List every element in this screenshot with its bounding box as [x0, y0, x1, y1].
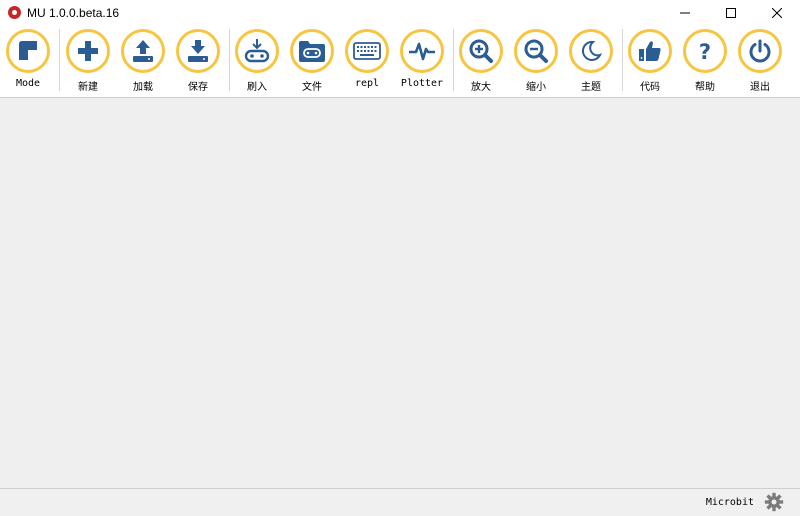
minimize-icon: [680, 12, 690, 13]
zoom-in-icon: [469, 39, 493, 63]
flash-button[interactable]: 刷入: [230, 29, 284, 95]
window-controls: [662, 0, 800, 25]
theme-label: 主题: [581, 82, 601, 93]
save-button[interactable]: 保存: [171, 29, 225, 95]
help-label: 帮助: [695, 82, 715, 93]
new-label: 新建: [78, 82, 98, 93]
load-button[interactable]: 加载: [116, 29, 170, 95]
status-bar: Microbit: [0, 488, 800, 516]
toolbar-divider: [59, 29, 60, 91]
maximize-icon: [726, 7, 736, 18]
quit-label: 退出: [750, 82, 770, 93]
save-label: 保存: [188, 82, 208, 93]
files-button[interactable]: 文件: [285, 29, 339, 95]
folder-icon: [299, 41, 325, 62]
help-button[interactable]: ? 帮助: [678, 29, 732, 95]
svg-text:?: ?: [699, 40, 711, 64]
thumbs-up-icon: [639, 41, 661, 61]
zoom-in-button[interactable]: 放大: [454, 29, 508, 95]
plus-icon: [78, 41, 98, 61]
files-label: 文件: [302, 82, 322, 93]
title-bar: MU 1.0.0.beta.16: [0, 0, 800, 25]
plotter-label: Plotter: [400, 78, 444, 89]
repl-label: repl: [354, 78, 380, 89]
zoom-in-label: 放大: [471, 82, 491, 93]
quit-button[interactable]: 退出: [733, 29, 787, 95]
mode-button[interactable]: Mode: [1, 29, 55, 95]
gear-icon[interactable]: [764, 492, 784, 512]
close-icon: [772, 7, 782, 18]
moon-icon: [581, 40, 602, 61]
mode-icon: [19, 41, 37, 60]
check-label: 代码: [640, 82, 660, 93]
current-mode-label[interactable]: Microbit: [706, 497, 754, 508]
upload-icon: [133, 40, 153, 62]
theme-button[interactable]: 主题: [564, 29, 618, 95]
maximize-button[interactable]: [708, 0, 754, 25]
load-label: 加载: [133, 82, 153, 93]
pulse-icon: [409, 42, 435, 61]
window-title: MU 1.0.0.beta.16: [27, 5, 120, 20]
question-icon: ?: [699, 40, 711, 64]
keyboard-icon: [353, 42, 381, 60]
check-button[interactable]: 代码: [623, 29, 677, 95]
mode-label: Mode: [15, 78, 41, 89]
repl-button[interactable]: repl: [340, 29, 394, 95]
zoom-out-button[interactable]: 缩小: [509, 29, 563, 95]
toolbar: Mode 新建 加载 保存 刷入 文件 repl Plotter 放大 缩小 主…: [0, 25, 800, 98]
close-button[interactable]: [754, 0, 800, 25]
new-button[interactable]: 新建: [61, 29, 115, 95]
editor-area[interactable]: [0, 98, 800, 488]
minimize-button[interactable]: [662, 0, 708, 25]
zoom-out-label: 缩小: [526, 82, 546, 93]
plotter-button[interactable]: Plotter: [395, 29, 449, 95]
flash-icon: [244, 39, 270, 63]
power-icon: [749, 39, 771, 63]
download-icon: [188, 40, 208, 62]
mu-logo-icon: [8, 6, 21, 19]
zoom-out-icon: [524, 39, 548, 63]
flash-label: 刷入: [247, 82, 267, 93]
